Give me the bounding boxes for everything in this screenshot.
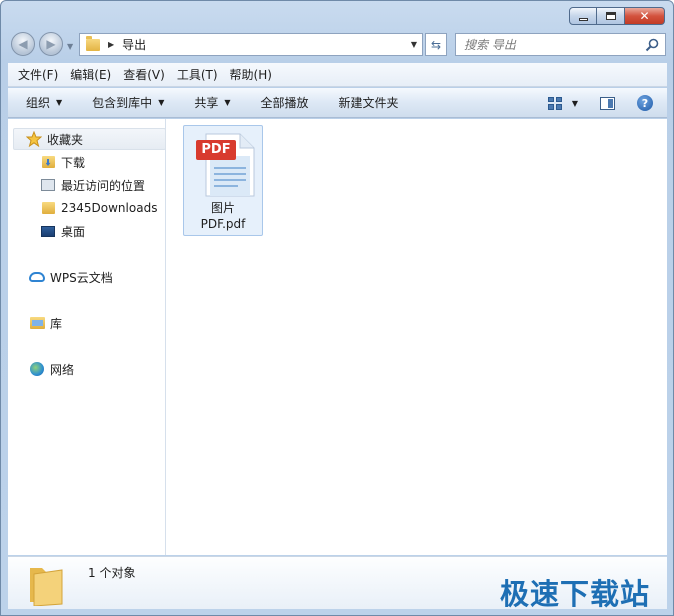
sidebar-item-recent[interactable]: 最近访问的位置 bbox=[40, 174, 145, 196]
folder-icon bbox=[86, 35, 100, 51]
status-item-count: 1 个对象 bbox=[88, 566, 136, 580]
library-icon bbox=[29, 315, 45, 331]
network-icon bbox=[29, 361, 45, 377]
address-bar[interactable]: ▶ 导出 ▼ bbox=[79, 33, 423, 56]
sidebar-item-label: 最近访问的位置 bbox=[61, 178, 146, 193]
menu-view[interactable]: 查看(V) bbox=[117, 66, 171, 83]
include-in-library-label: 包含到库中 bbox=[92, 96, 153, 110]
organize-label: 组织 bbox=[26, 96, 51, 110]
command-bar: 组织 ▼ 包含到库中 ▼ 共享 ▼ 全部播放 新建文件夹 ▼ ? bbox=[8, 88, 667, 118]
desktop-icon bbox=[40, 223, 56, 239]
sidebar-item-label: 2345Downloads bbox=[61, 201, 158, 215]
file-name-line-2: PDF.pdf bbox=[200, 217, 246, 231]
sidebar-item-label: 下载 bbox=[61, 155, 86, 170]
sidebar-item-label: 收藏夹 bbox=[47, 132, 84, 147]
search-input[interactable] bbox=[464, 37, 634, 52]
forward-arrow-icon: ▶ bbox=[46, 37, 56, 51]
search-icon[interactable] bbox=[645, 38, 659, 52]
new-folder-label: 新建文件夹 bbox=[338, 96, 399, 110]
share-label: 共享 bbox=[194, 96, 219, 110]
file-name-line-1: 图片 bbox=[210, 201, 235, 215]
downloads-folder-icon bbox=[40, 154, 56, 170]
file-list: PDF 图片 PDF.pdf bbox=[167, 119, 667, 555]
explorer-window: ✕ ◀ ▶ ▼ ▶ 导出 ▼ ⇆ 文件(F) 编辑(E) 查看(V) 工具(T)… bbox=[0, 0, 674, 616]
share-button[interactable]: 共享 ▼ bbox=[194, 94, 230, 111]
maximize-button[interactable] bbox=[597, 7, 625, 25]
forward-button[interactable]: ▶ bbox=[39, 32, 63, 56]
content-area: 收藏夹 下载 最近访问的位置 2345Downloads 桌面 WPS云文档 库… bbox=[8, 119, 667, 555]
sidebar-item-label: 库 bbox=[50, 316, 63, 331]
sidebar-item-downloads[interactable]: 下载 bbox=[40, 151, 85, 173]
back-arrow-icon: ◀ bbox=[18, 37, 28, 51]
address-dropdown-icon[interactable]: ▼ bbox=[411, 40, 417, 49]
refresh-icon: ⇆ bbox=[430, 37, 442, 52]
refresh-button[interactable]: ⇆ bbox=[425, 33, 447, 56]
play-all-label: 全部播放 bbox=[260, 96, 309, 110]
sidebar-item-desktop[interactable]: 桌面 bbox=[40, 220, 85, 242]
dropdown-arrow-icon: ▼ bbox=[56, 98, 63, 107]
organize-button[interactable]: 组织 ▼ bbox=[26, 94, 62, 111]
menu-help[interactable]: 帮助(H) bbox=[224, 66, 278, 83]
include-in-library-button[interactable]: 包含到库中 ▼ bbox=[92, 94, 164, 111]
pdf-badge-text: PDF bbox=[201, 142, 231, 157]
star-icon bbox=[26, 131, 42, 147]
view-dropdown-icon[interactable]: ▼ bbox=[572, 99, 578, 108]
watermark-logo: 极速下载站 bbox=[500, 577, 651, 611]
search-box bbox=[455, 33, 666, 56]
sidebar-item-libraries[interactable]: 库 bbox=[29, 312, 62, 334]
play-all-button[interactable]: 全部播放 bbox=[261, 94, 309, 111]
toolbar-right: ▼ ? bbox=[547, 88, 667, 118]
help-icon[interactable]: ? bbox=[637, 95, 653, 111]
close-button[interactable]: ✕ bbox=[625, 7, 665, 25]
recent-places-icon bbox=[40, 177, 56, 193]
file-name: 图片 PDF.pdf bbox=[184, 200, 262, 232]
change-view-icon[interactable] bbox=[547, 96, 562, 110]
details-pane: 1 个对象 极速下载站 bbox=[8, 556, 667, 611]
sidebar-item-favorites[interactable]: 收藏夹 bbox=[13, 128, 166, 150]
sidebar-item-label: WPS云文档 bbox=[50, 270, 113, 285]
navigation-pane: 收藏夹 下载 最近访问的位置 2345Downloads 桌面 WPS云文档 库… bbox=[8, 119, 166, 555]
dropdown-arrow-icon: ▼ bbox=[224, 98, 231, 107]
new-folder-button[interactable]: 新建文件夹 bbox=[339, 94, 399, 111]
maximize-icon bbox=[605, 12, 616, 20]
sidebar-item-label: 桌面 bbox=[61, 224, 86, 239]
minimize-button[interactable] bbox=[569, 7, 597, 25]
breadcrumb-segment[interactable]: 导出 bbox=[122, 36, 146, 53]
breadcrumb-arrow-icon[interactable]: ▶ bbox=[108, 40, 114, 49]
folder-icon bbox=[30, 568, 63, 606]
back-button[interactable]: ◀ bbox=[11, 32, 35, 56]
menu-edit[interactable]: 编辑(E) bbox=[64, 66, 117, 83]
recent-pages-dropdown[interactable]: ▼ bbox=[67, 42, 73, 51]
caption-buttons: ✕ bbox=[569, 7, 665, 25]
dropdown-arrow-icon: ▼ bbox=[158, 98, 165, 107]
folder-icon bbox=[40, 200, 56, 216]
sidebar-item-label: 网络 bbox=[50, 362, 75, 377]
minimize-icon bbox=[578, 17, 588, 21]
menu-bar: 文件(F) 编辑(E) 查看(V) 工具(T) 帮助(H) bbox=[8, 63, 667, 87]
sidebar-item-2345downloads[interactable]: 2345Downloads bbox=[40, 197, 157, 219]
sidebar-item-network[interactable]: 网络 bbox=[29, 358, 74, 380]
preview-pane-icon[interactable] bbox=[600, 96, 615, 110]
menu-file[interactable]: 文件(F) bbox=[12, 66, 64, 83]
close-icon: ✕ bbox=[639, 9, 650, 23]
cloud-icon bbox=[29, 269, 45, 285]
file-item[interactable]: PDF 图片 PDF.pdf bbox=[183, 125, 263, 236]
menu-tools[interactable]: 工具(T) bbox=[171, 66, 224, 83]
sidebar-item-wps-cloud[interactable]: WPS云文档 bbox=[29, 266, 113, 288]
